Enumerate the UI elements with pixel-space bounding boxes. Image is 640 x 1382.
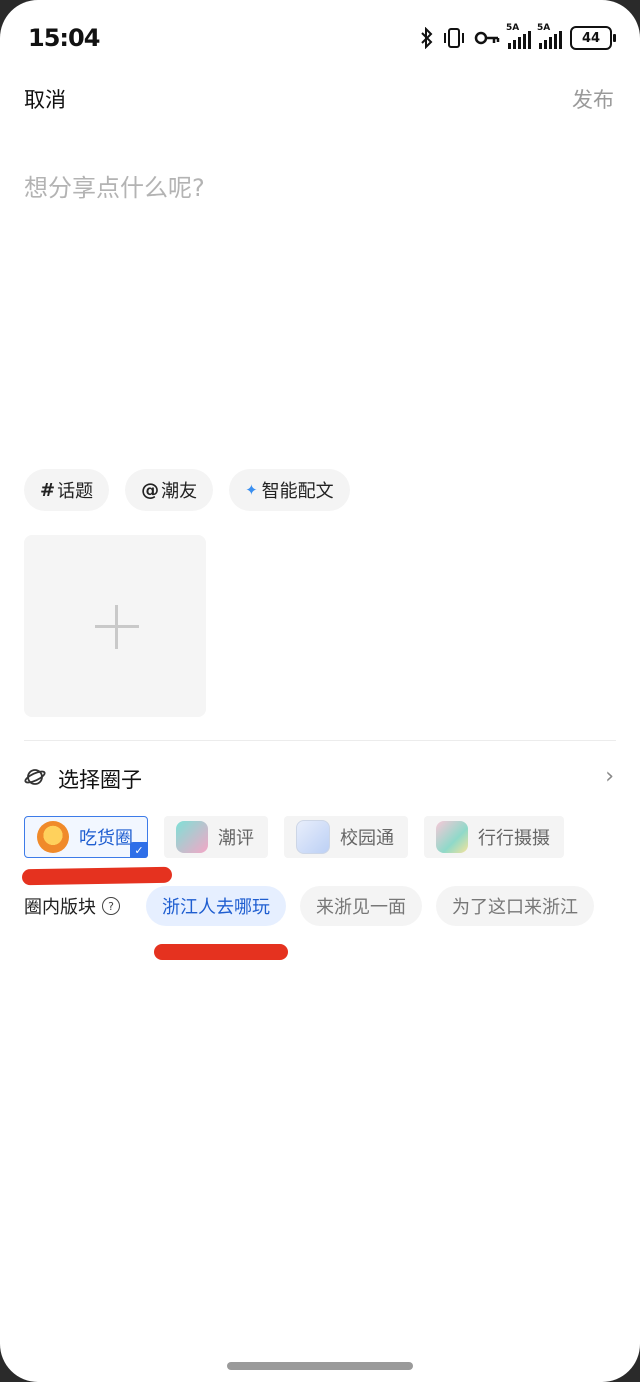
choose-circle-title: 选择圈子 <box>58 768 142 792</box>
status-icons: 5A 5A 44 <box>420 23 616 50</box>
bluetooth-icon <box>421 27 433 49</box>
help-icon[interactable]: ? <box>102 897 120 915</box>
circle-card-foodie[interactable]: 吃货圈 ✓ <box>24 816 148 858</box>
key-icon <box>474 31 500 45</box>
vibrate-icon <box>444 28 464 48</box>
section-chip[interactable]: 浙江人去哪玩 <box>146 886 286 926</box>
circle-card-photo[interactable]: 行行摄摄 <box>424 816 564 858</box>
circle-card-label: 潮评 <box>218 828 254 849</box>
circle-card-review[interactable]: 潮评 <box>164 816 268 858</box>
home-indicator <box>227 1362 413 1370</box>
signal-icon: 5A <box>506 23 531 49</box>
cancel-button[interactable]: 取消 <box>24 84 66 114</box>
status-time: 15:04 <box>28 24 100 52</box>
tool-chips: # 话题 @ 潮友 ✦ 智能配文 <box>24 469 350 511</box>
circle-card-label: 吃货圈 <box>79 828 133 849</box>
check-icon: ✓ <box>130 842 148 858</box>
section-chip[interactable]: 为了这口来浙江 <box>436 886 594 926</box>
status-bar: 15:04 5A 5A 44 <box>0 22 640 56</box>
add-media-button[interactable] <box>24 535 206 717</box>
review-circle-icon <box>176 821 208 853</box>
sparkle-icon: ✦ <box>245 481 258 499</box>
post-text-input[interactable]: 想分享点什么呢? <box>24 168 205 203</box>
circle-card-label: 校园通 <box>340 828 394 849</box>
sections-label: 圈内版块 <box>24 897 96 918</box>
section-chip[interactable]: 来浙见一面 <box>300 886 422 926</box>
planet-icon <box>24 769 46 785</box>
chevron-right-icon: › <box>605 764 614 789</box>
foodie-circle-icon <box>37 821 69 853</box>
publish-button[interactable]: 发布 <box>572 84 614 114</box>
choose-circle-row[interactable]: 选择圈子 › <box>24 758 616 798</box>
mention-chip[interactable]: @ 潮友 <box>125 469 214 511</box>
plus-icon <box>115 605 118 649</box>
smart-caption-chip[interactable]: ✦ 智能配文 <box>229 469 350 511</box>
chip-label: 话题 <box>57 481 94 502</box>
hash-icon: # <box>40 479 56 501</box>
campus-circle-icon <box>296 820 330 854</box>
annotation-mark <box>154 944 288 960</box>
circle-card-label: 行行摄摄 <box>478 828 550 849</box>
circle-card-campus[interactable]: 校园通 <box>284 816 408 858</box>
divider <box>24 740 616 741</box>
annotation-mark <box>21 866 173 886</box>
photo-circle-icon <box>436 821 468 853</box>
circle-cards: 吃货圈 ✓ 潮评 校园通 行行摄摄 <box>24 816 564 858</box>
screen: 15:04 5A 5A 44 取消 发布 想分享点什么呢? # 话题 @ 潮友 … <box>0 0 640 1382</box>
topic-chip[interactable]: # 话题 <box>24 469 110 511</box>
chip-label: 潮友 <box>161 481 198 502</box>
chip-label: 智能配文 <box>261 481 334 502</box>
at-icon: @ <box>141 479 160 501</box>
circle-sections-row: 圈内版块 ? 浙江人去哪玩 来浙见一面 为了这口来浙江 <box>24 886 608 926</box>
battery-icon: 44 <box>570 26 616 50</box>
signal-icon: 5A <box>537 23 562 49</box>
